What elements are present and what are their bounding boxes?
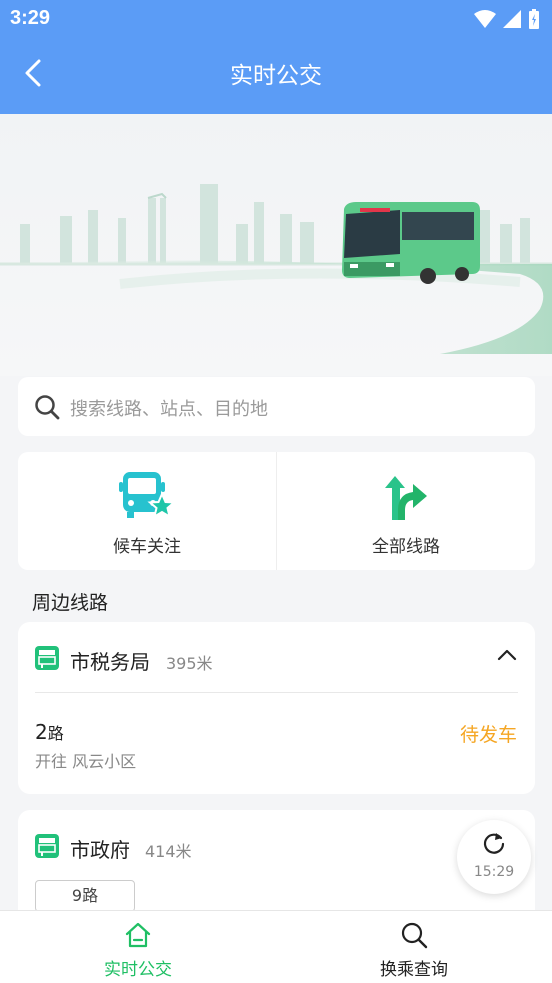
search-icon [35, 395, 60, 420]
status-icons [474, 8, 540, 30]
stop-distance: 395米 [166, 654, 213, 673]
stop-distance: 414米 [145, 842, 192, 861]
route-direction: 开往 风云小区 [35, 752, 137, 771]
page-title: 实时公交 [230, 63, 322, 89]
divider [35, 692, 518, 693]
stop-card[interactable]: 市税务局 395米 2路 开往 风云小区 待发车 [18, 622, 535, 794]
refresh-time: 15:29 [473, 864, 515, 880]
waiting-follow-label: 候车关注 [113, 537, 181, 557]
route-tag[interactable]: 9路 [35, 880, 135, 912]
tab-label: 实时公交 [104, 960, 172, 980]
all-routes-button[interactable]: 全部线路 [276, 452, 535, 570]
search-placeholder: 搜索线路、站点、目的地 [70, 399, 268, 420]
signal-icon [503, 10, 521, 28]
bus-stop-icon [35, 646, 59, 670]
tab-transfer-query[interactable]: 换乘查询 [276, 911, 552, 983]
wifi-icon [474, 10, 496, 28]
home-icon [125, 922, 151, 948]
bottom-tab-bar: 实时公交 换乘查询 [0, 910, 552, 983]
status-time: 3:29 [10, 7, 51, 29]
route-name[interactable]: 2路 [35, 720, 64, 744]
search-icon [401, 922, 428, 949]
bus-star-icon [119, 472, 177, 519]
route-number: 2 [35, 720, 48, 744]
refresh-button[interactable]: 15:29 [457, 820, 531, 894]
nearby-routes-title: 周边线路 [32, 592, 109, 614]
tab-realtime-bus[interactable]: 实时公交 [0, 911, 276, 983]
route-suffix: 路 [47, 724, 64, 743]
quick-actions: 候车关注 全部线路 [18, 452, 535, 570]
banner-illustration [0, 184, 552, 354]
stop-name: 市政府 [70, 838, 130, 862]
route-status: 待发车 [459, 724, 517, 746]
search-bar[interactable]: 搜索线路、站点、目的地 [18, 377, 535, 436]
refresh-icon [483, 833, 505, 854]
chevron-up-icon[interactable] [497, 648, 517, 662]
all-routes-label: 全部线路 [372, 537, 440, 557]
battery-icon [529, 9, 539, 29]
stop-name: 市税务局 [70, 650, 150, 674]
route-split-icon [385, 476, 427, 520]
app-header: 实时公交 [0, 38, 552, 114]
city-bus-banner [0, 114, 552, 376]
bus-stop-icon [35, 834, 59, 858]
status-bar: 3:29 [0, 0, 552, 38]
waiting-follow-button[interactable]: 候车关注 [18, 452, 276, 570]
tab-label: 换乘查询 [380, 960, 448, 980]
bus-icon [342, 202, 480, 284]
